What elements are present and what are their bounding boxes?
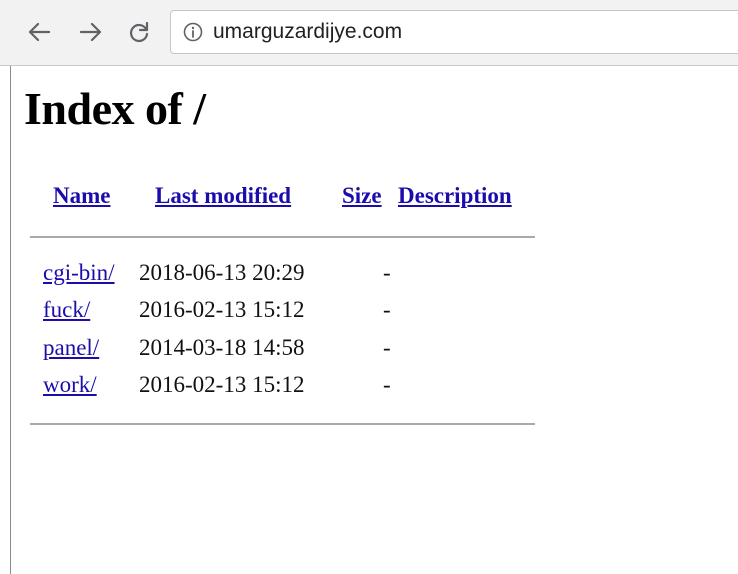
address-bar[interactable]: umarguzardijye.com <box>170 10 738 54</box>
modified-date: 2016-02-13 15:12 <box>139 372 305 397</box>
arrow-left-icon[interactable] <box>22 14 56 50</box>
file-size: - <box>383 297 391 322</box>
table-row: cgi-bin/ 2018-06-13 20:29 - <box>0 260 738 294</box>
page-title: Index of / <box>24 83 206 134</box>
arrow-right-icon[interactable] <box>74 14 108 50</box>
table-row: fuck/ 2016-02-13 15:12 - <box>0 297 738 331</box>
table-row: panel/ 2014-03-18 14:58 - <box>0 335 738 369</box>
reload-icon[interactable] <box>122 14 156 50</box>
column-header-name[interactable]: Name <box>53 183 110 209</box>
modified-date: 2014-03-18 14:58 <box>139 335 305 360</box>
column-header-last-modified[interactable]: Last modified <box>155 183 291 209</box>
column-header-description[interactable]: Description <box>398 183 512 209</box>
modified-date: 2016-02-13 15:12 <box>139 297 305 322</box>
modified-date: 2018-06-13 20:29 <box>139 260 305 285</box>
file-size: - <box>383 372 391 397</box>
divider-top <box>30 236 535 238</box>
browser-toolbar: umarguzardijye.com <box>0 0 738 66</box>
info-circle-icon[interactable] <box>183 22 203 42</box>
table-row: work/ 2016-02-13 15:12 - <box>0 372 738 406</box>
column-header-size[interactable]: Size <box>342 183 382 209</box>
divider-bottom <box>30 423 535 425</box>
url-text[interactable]: umarguzardijye.com <box>213 20 402 44</box>
directory-link-work[interactable]: work/ <box>43 372 97 398</box>
directory-link-fuck[interactable]: fuck/ <box>43 297 90 323</box>
directory-link-cgi-bin[interactable]: cgi-bin/ <box>43 260 115 286</box>
directory-link-panel[interactable]: panel/ <box>43 335 99 361</box>
file-size: - <box>383 260 391 285</box>
file-size: - <box>383 335 391 360</box>
